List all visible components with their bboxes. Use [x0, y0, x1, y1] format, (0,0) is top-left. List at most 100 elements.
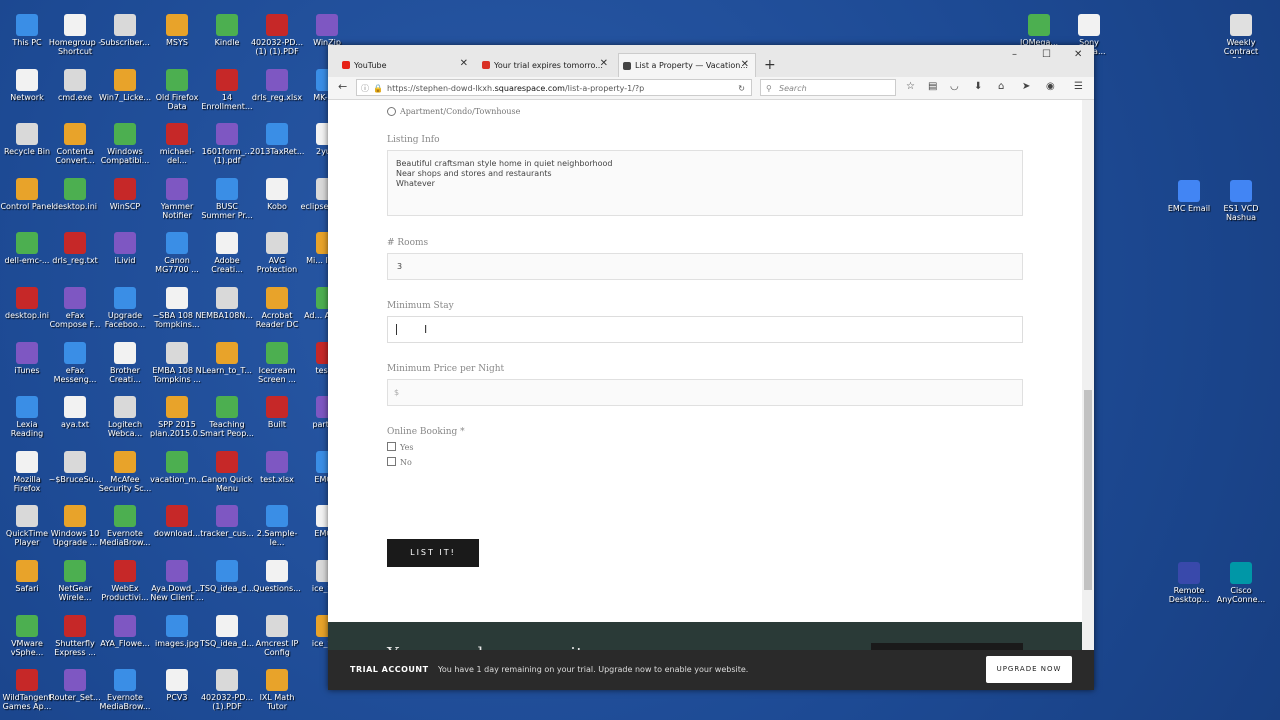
- desktop-icon[interactable]: IXL Math Tutor: [250, 669, 304, 711]
- desktop-icon[interactable]: Router_Set...: [48, 669, 102, 702]
- desktop-icon[interactable]: 1601form_... (1).pdf: [200, 123, 254, 165]
- desktop-icon[interactable]: ES1 VCD Nashua: [1214, 180, 1268, 222]
- desktop-icon[interactable]: Contenta Convert...: [48, 123, 102, 165]
- desktop-icon[interactable]: vacation_m...: [150, 450, 204, 484]
- address-bar[interactable]: ⓘ 🔒 https://stephen-dowd-lkxh.squarespac…: [356, 79, 752, 96]
- desktop-icon[interactable]: WebEx Productivi...: [98, 560, 152, 602]
- desktop-icon[interactable]: Teaching Smart Peop...: [200, 396, 254, 438]
- desktop-icon[interactable]: Canon Quick Menu: [200, 450, 254, 493]
- desktop-icon[interactable]: QuickTime Player: [0, 505, 54, 547]
- desktop-icon[interactable]: VMware vSphe...: [0, 614, 54, 657]
- desktop-icon[interactable]: Canon MG7700 ...: [150, 232, 204, 274]
- desktop-icon[interactable]: WinZip: [300, 14, 354, 47]
- rooms-input[interactable]: 3: [387, 253, 1023, 280]
- desktop-icon[interactable]: test.xlsx: [250, 450, 304, 484]
- desktop-icon[interactable]: MSYS: [150, 14, 204, 47]
- desktop-icon[interactable]: Remote Desktop...: [1162, 562, 1216, 604]
- desktop-icon[interactable]: Weekly Contract 20...: [1214, 14, 1268, 58]
- desktop-icon[interactable]: 402032-PD... (1).PDF: [200, 669, 254, 711]
- desktop-icon[interactable]: SPP 2015 plan.2015.0...: [150, 396, 204, 438]
- desktop-icon[interactable]: Learn_to_T...: [200, 341, 254, 375]
- desktop-icon[interactable]: Mozilla Firefox: [0, 450, 54, 493]
- desktop-icon[interactable]: Icecream Screen ...: [250, 341, 304, 384]
- desktop-icon[interactable]: Brother Creati...: [98, 341, 152, 384]
- desktop-icon[interactable]: eFax Messeng...: [48, 341, 102, 384]
- desktop-icon[interactable]: Logitech Webca...: [98, 396, 152, 438]
- close-window-icon[interactable]: ✕: [1074, 49, 1082, 60]
- desktop-icon[interactable]: images.jpg: [150, 614, 204, 648]
- desktop-icon[interactable]: Yammer Notifier: [150, 177, 204, 220]
- desktop-icon[interactable]: desktop.ini: [48, 177, 102, 211]
- min-stay-input[interactable]: I: [387, 316, 1023, 343]
- desktop-icon[interactable]: Network: [0, 68, 54, 102]
- radio-apartment[interactable]: [387, 107, 396, 116]
- desktop-icon[interactable]: Control Panel: [0, 177, 54, 211]
- desktop-icon[interactable]: WinSCP: [98, 177, 152, 211]
- reading-list-icon[interactable]: ▤: [928, 81, 937, 92]
- desktop-icon[interactable]: 2.Sample-le...: [250, 505, 304, 547]
- desktop-icon[interactable]: Recycle Bin: [0, 123, 54, 156]
- desktop-icon[interactable]: aya.txt: [48, 396, 102, 429]
- desktop-icon[interactable]: Homegroup - Shortcut: [48, 14, 102, 56]
- tab-youtube[interactable]: YouTube ✕: [338, 53, 474, 77]
- desktop-icon[interactable]: AYA_Flowe...: [98, 614, 152, 648]
- desktop-icon[interactable]: Evernote MediaBrow...: [98, 669, 152, 711]
- upgrade-now-button[interactable]: UPGRADE NOW: [986, 656, 1072, 683]
- desktop-icon[interactable]: ~SBA 108 N Tompkins...: [150, 287, 204, 329]
- checkbox-yes[interactable]: [387, 442, 396, 451]
- desktop-icon[interactable]: Adobe Creati...: [200, 232, 254, 274]
- desktop-icon[interactable]: Lexia Reading: [0, 396, 54, 438]
- desktop-icon[interactable]: NetGear Wirele...: [48, 560, 102, 602]
- desktop-icon[interactable]: ~$BruceSu...: [48, 450, 102, 484]
- desktop-icon[interactable]: dell-emc-...: [0, 232, 54, 265]
- list-it-button[interactable]: LIST IT!: [387, 539, 479, 567]
- checkbox-no[interactable]: [387, 457, 396, 466]
- close-tab-icon[interactable]: ✕: [741, 59, 749, 70]
- desktop-icon[interactable]: Cisco AnyConne...: [1214, 562, 1268, 604]
- bookmark-star-icon[interactable]: ☆: [906, 81, 915, 92]
- new-tab-button[interactable]: +: [764, 57, 776, 73]
- scrollbar-thumb[interactable]: [1084, 390, 1092, 590]
- desktop-icon[interactable]: Subscriber...: [98, 14, 152, 47]
- desktop-icon[interactable]: Old Firefox Data: [150, 68, 204, 111]
- desktop-icon[interactable]: download...: [150, 505, 204, 538]
- desktop-icon[interactable]: Kindle: [200, 14, 254, 47]
- min-price-input[interactable]: $: [387, 379, 1023, 406]
- close-tab-icon[interactable]: ✕: [460, 58, 468, 69]
- desktop-icon[interactable]: BUSC Summer Pr...: [200, 177, 254, 220]
- menu-icon[interactable]: ☰: [1074, 81, 1083, 92]
- sync-icon[interactable]: ◉: [1046, 81, 1055, 92]
- listing-info-textarea[interactable]: Beautiful craftsman style home in quiet …: [387, 150, 1023, 216]
- desktop-icon[interactable]: iLivid: [98, 232, 152, 265]
- scrollbar[interactable]: [1082, 100, 1094, 690]
- desktop-icon[interactable]: 14 Enrollment...: [200, 68, 254, 111]
- desktop-icon[interactable]: Built: [250, 396, 304, 429]
- tab-gmail[interactable]: Your trial expires tomorro... ✕: [478, 53, 614, 77]
- desktop-icon[interactable]: michael-del...: [150, 123, 204, 165]
- desktop-icon[interactable]: Windows Compatibi...: [98, 123, 152, 165]
- back-icon[interactable]: ←: [338, 80, 347, 93]
- desktop-icon[interactable]: Safari: [0, 560, 54, 593]
- desktop-icon[interactable]: Shutterfly Express ...: [48, 614, 102, 657]
- desktop-icon[interactable]: WildTangent Games Ap...: [0, 669, 54, 711]
- maximize-icon[interactable]: ☐: [1042, 49, 1051, 60]
- desktop-icon[interactable]: TSQ_idea_d...: [200, 560, 254, 593]
- desktop-icon[interactable]: This PC: [0, 14, 54, 47]
- desktop-icon[interactable]: 402032-PD... (1) (1).PDF: [250, 14, 304, 56]
- desktop-icon[interactable]: AVG Protection: [250, 232, 304, 274]
- desktop-icon[interactable]: drls_reg.xlsx: [250, 68, 304, 102]
- search-box[interactable]: ⚲ Search: [760, 79, 896, 96]
- desktop-icon[interactable]: EMBA 108 N Tompkins ...: [150, 341, 204, 384]
- desktop-icon[interactable]: tracker_cus...: [200, 505, 254, 538]
- pocket-icon[interactable]: ◡: [950, 81, 959, 92]
- desktop-icon[interactable]: PCV3: [150, 669, 204, 702]
- desktop-icon[interactable]: Evernote MediaBrow...: [98, 505, 152, 547]
- home-icon[interactable]: ⌂: [998, 81, 1004, 92]
- desktop-icon[interactable]: EMC Email: [1162, 180, 1216, 213]
- send-icon[interactable]: ➤: [1022, 81, 1030, 92]
- desktop-icon[interactable]: 2013TaxRet...: [250, 123, 304, 156]
- desktop-icon[interactable]: Amcrest IP Config: [250, 614, 304, 657]
- desktop-icon[interactable]: Upgrade Faceboo...: [98, 287, 152, 329]
- desktop-icon[interactable]: desktop.ini: [0, 287, 54, 320]
- desktop-icon[interactable]: Acrobat Reader DC: [250, 287, 304, 329]
